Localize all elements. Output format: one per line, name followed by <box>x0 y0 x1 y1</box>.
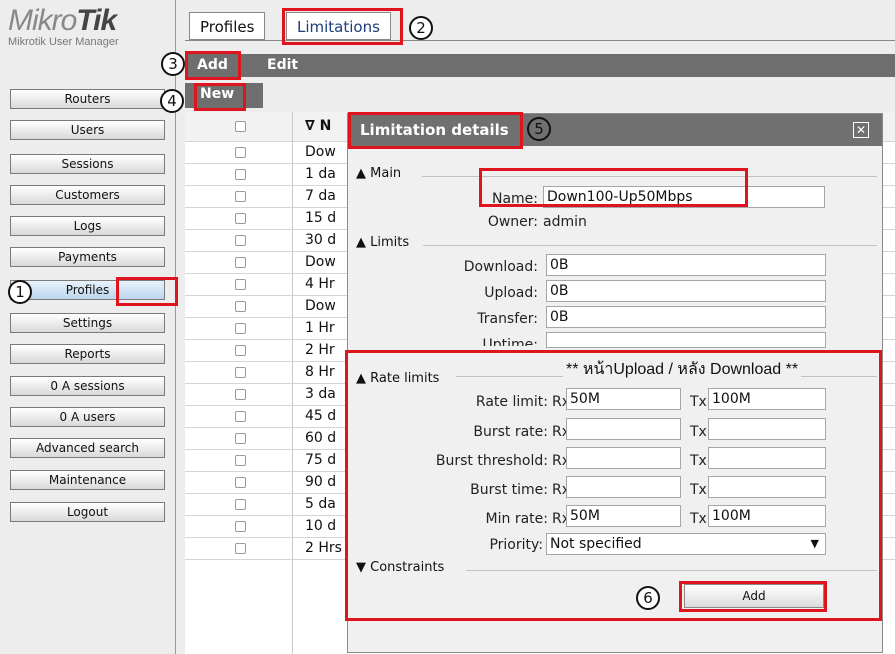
row-checkbox[interactable] <box>235 389 246 400</box>
owner-label: Owner: <box>487 214 538 230</box>
row-checkbox[interactable] <box>235 213 246 224</box>
row-checkbox[interactable] <box>235 411 246 422</box>
sidebar-item-settings[interactable]: Settings <box>10 313 165 333</box>
row-checkbox[interactable] <box>235 279 246 290</box>
row-name-cell: 7 da <box>305 188 336 204</box>
row-name-cell: Dow <box>305 298 336 314</box>
sidebar-item-logout[interactable]: Logout <box>10 502 165 522</box>
row-name-cell: 30 d <box>305 232 337 248</box>
row-checkbox[interactable] <box>235 477 246 488</box>
row-name-cell: 2 Hr <box>305 342 335 358</box>
row-checkbox[interactable] <box>235 499 246 510</box>
uptime-field[interactable] <box>546 332 826 348</box>
row-checkbox[interactable] <box>235 543 246 554</box>
section-line <box>423 245 877 246</box>
tab-profiles[interactable]: Profiles <box>189 12 266 40</box>
row-name-cell: 3 da <box>305 386 336 402</box>
row-checkbox[interactable] <box>235 147 246 158</box>
row-checkbox[interactable] <box>235 367 246 378</box>
callout-2: 2 <box>409 16 433 40</box>
download-label: Download: <box>463 259 538 275</box>
row-name-cell: 8 Hr <box>305 364 335 380</box>
row-name-cell: 60 d <box>305 430 337 446</box>
uptime-label: Uptime: <box>482 337 538 346</box>
section-main-label: Main <box>370 166 402 181</box>
highlight-new <box>194 83 246 111</box>
row-checkbox[interactable] <box>235 323 246 334</box>
highlight-name-field <box>479 168 748 207</box>
row-name-cell: 5 da <box>305 496 336 512</box>
sidebar-item-active-sessions[interactable]: 0 A sessions <box>10 376 165 396</box>
row-checkbox[interactable] <box>235 169 246 180</box>
row-name-cell: 45 d <box>305 408 337 424</box>
select-all-checkbox[interactable] <box>235 121 246 132</box>
edit-button[interactable]: Edit <box>267 54 298 77</box>
highlight-profiles <box>116 277 178 306</box>
logo-brand-light: Mikro <box>8 4 77 37</box>
sidebar-item-routers[interactable]: Routers <box>10 89 165 109</box>
row-name-cell: 1 Hr <box>305 320 335 336</box>
sidebar-item-sessions[interactable]: Sessions <box>10 154 165 174</box>
sidebar-item-active-users[interactable]: 0 A users <box>10 407 165 427</box>
row-name-cell: 1 da <box>305 166 336 182</box>
row-name-cell: 15 d <box>305 210 337 226</box>
row-name-cell: 2 Hrs <box>305 540 342 556</box>
row-name-cell: Dow <box>305 144 336 160</box>
sidebar-item-payments[interactable]: Payments <box>10 247 165 267</box>
upload-label: Upload: <box>484 285 538 301</box>
highlight-limitations-tab <box>282 8 403 45</box>
row-checkbox[interactable] <box>235 235 246 246</box>
row-checkbox[interactable] <box>235 345 246 356</box>
row-checkbox[interactable] <box>235 257 246 268</box>
row-checkbox[interactable] <box>235 301 246 312</box>
callout-5: 5 <box>527 117 551 141</box>
sidebar-item-advanced-search[interactable]: Advanced search <box>10 438 165 458</box>
transfer-label: Transfer: <box>477 311 538 327</box>
column-header-name[interactable]: ∇ N <box>305 118 331 134</box>
callout-6: 6 <box>636 586 660 610</box>
highlight-add-button <box>679 581 827 612</box>
row-checkbox[interactable] <box>235 521 246 532</box>
sidebar-item-maintenance[interactable]: Maintenance <box>10 470 165 490</box>
transfer-field[interactable]: 0B <box>546 306 826 328</box>
row-name-cell: 10 d <box>305 518 337 534</box>
row-name-cell: Dow <box>305 254 336 270</box>
callout-4: 4 <box>160 89 184 113</box>
row-name-cell: 75 d <box>305 452 337 468</box>
row-checkbox[interactable] <box>235 191 246 202</box>
sidebar-item-users[interactable]: Users <box>10 120 165 140</box>
logo-brand-bold: Tik <box>76 4 117 37</box>
highlight-dialog-title <box>348 112 523 149</box>
callout-3: 3 <box>161 52 185 76</box>
row-name-cell: 4 Hr <box>305 276 335 292</box>
row-checkbox[interactable] <box>235 433 246 444</box>
sidebar-item-logs[interactable]: Logs <box>10 216 165 236</box>
close-icon[interactable]: ✕ <box>853 122 869 138</box>
sidebar-item-customers[interactable]: Customers <box>10 185 165 205</box>
highlight-add <box>185 51 241 80</box>
owner-value: admin <box>543 214 587 230</box>
callout-1: 1 <box>8 280 32 304</box>
section-limits-label: Limits <box>370 235 410 250</box>
row-checkbox[interactable] <box>235 455 246 466</box>
section-main-toggle[interactable]: ▲ Main <box>356 166 401 181</box>
download-field[interactable]: 0B <box>546 254 826 276</box>
sidebar-item-reports[interactable]: Reports <box>10 344 165 364</box>
upload-field[interactable]: 0B <box>546 280 826 302</box>
row-name-cell: 90 d <box>305 474 337 490</box>
app-logo: MikroTik Mikrotik User Manager <box>8 4 168 49</box>
logo-subtitle: Mikrotik User Manager <box>8 36 119 48</box>
section-limits-toggle[interactable]: ▲ Limits <box>356 235 409 250</box>
